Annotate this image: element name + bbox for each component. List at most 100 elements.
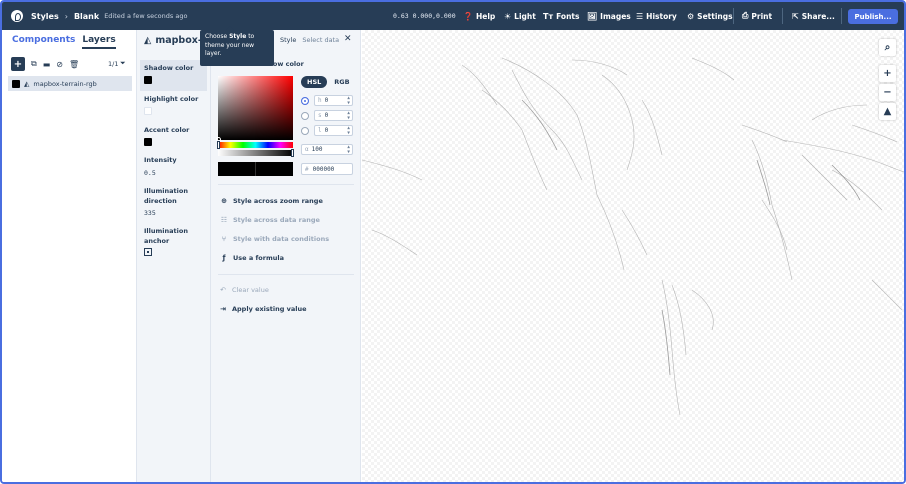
highlight-color-swatch[interactable] bbox=[144, 107, 152, 115]
layer-properties-panel: ◭ mapbox-t Shadow color Highlight color … bbox=[137, 30, 211, 482]
duplicate-icon[interactable]: ⧉ bbox=[31, 59, 37, 69]
layer-item[interactable]: ◭ mapbox-terrain-rgb bbox=[8, 76, 132, 91]
accent-color-swatch[interactable] bbox=[144, 138, 152, 146]
map-position-readout[interactable]: 0.63 0.000,0.000 bbox=[393, 12, 456, 20]
zoom-in-button[interactable]: + bbox=[879, 65, 896, 82]
map-canvas[interactable] bbox=[362, 30, 904, 482]
share-button[interactable]: ⇱ Share... bbox=[792, 12, 835, 21]
mode-hsl-button[interactable]: HSL bbox=[301, 76, 328, 88]
tab-components[interactable]: Components bbox=[12, 35, 75, 49]
layer-count: 1/1 bbox=[108, 60, 119, 68]
share-icon: ⇱ bbox=[792, 11, 799, 21]
help-button[interactable]: ❓ Help bbox=[463, 12, 495, 21]
saturation-input[interactable]: s0 ▲ ▼ bbox=[314, 110, 353, 121]
layer-title: ◭ mapbox-t bbox=[144, 35, 207, 46]
undo-icon: ↶ bbox=[220, 286, 226, 294]
data-conditions-icon: ⑂ bbox=[221, 235, 227, 243]
tab-style[interactable]: Style bbox=[280, 36, 296, 44]
formula-icon: ƒ bbox=[222, 254, 226, 262]
images-button[interactable]: 🖼 Images bbox=[587, 12, 631, 21]
property-intensity[interactable]: Intensity bbox=[144, 155, 177, 165]
north-arrow-icon: ▲ bbox=[883, 106, 892, 117]
style-with-data-conditions-button[interactable]: ⑂ Style with data conditions bbox=[220, 235, 329, 243]
shadow-color-swatch[interactable] bbox=[144, 76, 152, 84]
property-illumination-anchor[interactable]: Illumination anchor bbox=[144, 226, 204, 246]
fonts-button[interactable]: Tт Fonts bbox=[543, 12, 579, 21]
color-saturation-picker[interactable] bbox=[216, 76, 293, 142]
radio-lightness[interactable] bbox=[301, 127, 309, 135]
alpha-slider[interactable] bbox=[218, 149, 294, 157]
mapbox-logo-icon[interactable] bbox=[11, 10, 23, 22]
style-name[interactable]: Blank bbox=[74, 12, 99, 21]
property-shadow-color[interactable]: Shadow color bbox=[144, 63, 193, 73]
close-icon[interactable]: ✕ bbox=[344, 34, 352, 44]
radio-saturation[interactable] bbox=[301, 112, 309, 120]
hillshade-icon: ◭ bbox=[144, 35, 152, 46]
folder-icon[interactable]: ▬ bbox=[43, 60, 51, 69]
stepper-icon[interactable]: ▲ ▼ bbox=[347, 111, 350, 121]
gear-icon: ⚙ bbox=[687, 11, 695, 21]
history-icon: ☰ bbox=[636, 11, 644, 21]
top-bar: Styles › Blank Edited a few seconds ago … bbox=[2, 2, 904, 30]
settings-button[interactable]: ⚙ Settings bbox=[687, 12, 733, 21]
search-icon: ⌕ bbox=[884, 42, 891, 53]
publish-button[interactable]: Publish... bbox=[848, 9, 898, 24]
app-frame: Styles › Blank Edited a few seconds ago … bbox=[0, 0, 906, 484]
edited-status: Edited a few seconds ago bbox=[104, 12, 188, 20]
style-across-data-range-button[interactable]: ☷ Style across data range bbox=[220, 216, 320, 224]
print-button[interactable]: ⎙ Print bbox=[742, 11, 772, 21]
hillshade-icon: ◭ bbox=[24, 79, 30, 88]
topbar-divider bbox=[782, 8, 783, 24]
radio-hue[interactable] bbox=[301, 97, 309, 105]
help-icon: ❓ bbox=[463, 11, 473, 21]
stepper-icon[interactable]: ▲ ▼ bbox=[347, 145, 350, 155]
property-accent-color[interactable]: Accent color bbox=[144, 125, 189, 135]
mode-rgb-button[interactable]: RGB bbox=[329, 76, 354, 88]
hide-icon[interactable]: ⊘ bbox=[56, 60, 63, 69]
topbar-divider bbox=[841, 8, 842, 24]
zoom-out-button[interactable]: − bbox=[879, 84, 896, 101]
divider bbox=[218, 274, 354, 275]
clear-value-button[interactable]: ↶ Clear value bbox=[219, 286, 269, 294]
history-button[interactable]: ☰ History bbox=[636, 12, 677, 21]
image-icon: 🖼 bbox=[587, 11, 598, 21]
compass-button[interactable]: ▲ bbox=[879, 103, 896, 120]
zoom-range-icon: ⊕ bbox=[221, 197, 227, 205]
property-highlight-color[interactable]: Highlight color bbox=[144, 94, 198, 104]
color-preview bbox=[218, 162, 293, 176]
editor-tabs: Style Select data bbox=[280, 36, 339, 44]
onboarding-tooltip: Choose Style to theme your new layer. bbox=[200, 26, 274, 66]
illumination-direction-value: 335 bbox=[144, 209, 156, 217]
use-a-formula-button[interactable]: ƒ Use a formula bbox=[220, 254, 284, 262]
apply-existing-value-button[interactable]: ⇥ Apply existing value bbox=[219, 305, 306, 313]
stepper-icon[interactable]: ▲ ▼ bbox=[347, 126, 350, 136]
light-button[interactable]: ☀ Light bbox=[504, 12, 536, 21]
add-layer-button[interactable]: + bbox=[11, 57, 25, 71]
tab-layers[interactable]: Layers bbox=[82, 35, 116, 49]
styles-link[interactable]: Styles bbox=[31, 12, 59, 21]
panel-tabs: Components Layers bbox=[12, 35, 116, 49]
lightness-input[interactable]: l0 ▲ ▼ bbox=[314, 125, 353, 136]
text-icon: Tт bbox=[543, 11, 554, 21]
trash-icon[interactable]: 🗑 bbox=[69, 60, 79, 69]
hue-input[interactable]: h0 ▲ ▼ bbox=[314, 95, 353, 106]
search-button[interactable]: ⌕ bbox=[879, 39, 896, 56]
hex-input[interactable]: #000000 bbox=[301, 163, 353, 175]
property-illumination-direction[interactable]: Illumination direction bbox=[144, 186, 204, 206]
stepper-icon[interactable]: ▲ ▼ bbox=[347, 96, 350, 106]
divider bbox=[218, 184, 354, 185]
layers-panel: Components Layers + ⧉ ▬ ⊘ 🗑 bbox=[2, 30, 137, 482]
plus-icon: + bbox=[883, 68, 892, 79]
intensity-value: 0.5 bbox=[144, 169, 156, 177]
hue-slider-handle[interactable] bbox=[217, 141, 220, 149]
style-across-zoom-range-button[interactable]: ⊕ Style across zoom range bbox=[220, 197, 323, 205]
filter-icon[interactable]: ⏷ bbox=[120, 59, 126, 68]
hillshade-terrain bbox=[362, 57, 904, 416]
alpha-input[interactable]: α 100 ▲ ▼ bbox=[301, 144, 353, 155]
tab-select-data[interactable]: Select data bbox=[302, 36, 339, 44]
layer-name: mapbox-terrain-rgb bbox=[33, 79, 97, 88]
hue-slider[interactable] bbox=[217, 141, 293, 149]
preview-divider bbox=[255, 162, 256, 176]
alpha-slider-handle[interactable] bbox=[291, 149, 294, 157]
apply-value-icon: ⇥ bbox=[220, 305, 226, 313]
